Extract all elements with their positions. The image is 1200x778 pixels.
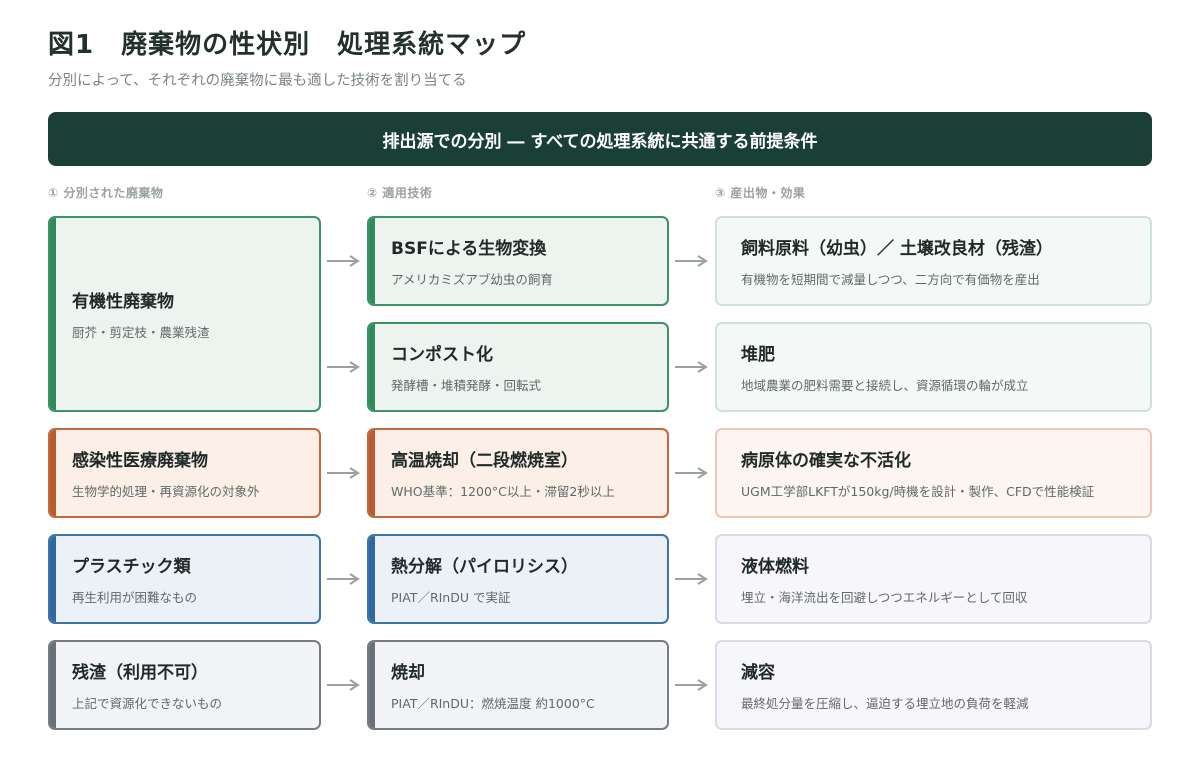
accent-bar	[50, 218, 56, 410]
tech-desc: WHO基準：1200°C以上・滞留2秒以上	[391, 484, 615, 499]
output-desc: UGM工学部LKFTが150kg/時機を設計・製作、CFDで性能検証	[741, 484, 1095, 499]
output-title: 堆肥	[741, 345, 775, 365]
output-box-volume-reduction: 減容 最終処分量を圧縮し、逼迫する埋立地の負荷を軽減	[715, 640, 1152, 730]
waste-box-medical: 感染性医療廃棄物 生物学的処理・再資源化の対象外	[48, 428, 321, 518]
output-title: 病原体の確実な不活化	[741, 451, 911, 471]
output-title: 減容	[741, 663, 775, 683]
arrow-right-icon	[675, 255, 708, 267]
waste-box-organic: 有機性廃棄物 厨芥・剪定枝・農業残渣	[48, 216, 321, 412]
tech-box-pyrolysis: 熱分解（パイロリシス） PIAT／RInDU で実証	[367, 534, 669, 624]
arrow-right-icon	[327, 255, 360, 267]
output-title: 液体燃料	[741, 557, 809, 577]
accent-bar	[50, 536, 56, 622]
arrow-right-icon	[327, 573, 360, 585]
arrow-right-icon	[327, 467, 360, 479]
arrow-right-icon	[675, 467, 708, 479]
page-subtitle: 分別によって、それぞれの廃棄物に最も適した技術を割り当てる	[48, 73, 467, 89]
waste-desc: 厨芥・剪定枝・農業残渣	[72, 325, 210, 340]
accent-bar	[369, 642, 375, 728]
accent-bar	[369, 430, 375, 516]
column-header-output: ③ 産出物・効果	[715, 186, 806, 200]
output-title: 飼料原料（幼虫）／ 土壌改良材（残渣）	[741, 239, 1053, 259]
accent-bar	[369, 324, 375, 410]
output-box-liquid-fuel: 液体燃料 埋立・海洋流出を回避しつつエネルギーとして回収	[715, 534, 1152, 624]
tech-desc: アメリカミズアブ幼虫の飼育	[391, 272, 553, 287]
tech-title: 熱分解（パイロリシス）	[391, 557, 578, 577]
arrow-right-icon	[675, 361, 708, 373]
tech-title: 高温焼却（二段燃焼室）	[391, 451, 578, 471]
waste-desc: 生物学的処理・再資源化の対象外	[72, 484, 260, 499]
tech-box-compost: コンポスト化 発酵槽・堆積発酵・回転式	[367, 322, 669, 412]
tech-box-bsf: BSFによる生物変換 アメリカミズアブ幼虫の飼育	[367, 216, 669, 306]
accent-bar	[369, 536, 375, 622]
output-desc: 埋立・海洋流出を回避しつつエネルギーとして回収	[741, 590, 1028, 605]
accent-bar	[50, 642, 56, 728]
tech-box-incineration-high-temp: 高温焼却（二段燃焼室） WHO基準：1200°C以上・滞留2秒以上	[367, 428, 669, 518]
output-box-pathogen-inactivation: 病原体の確実な不活化 UGM工学部LKFTが150kg/時機を設計・製作、CFD…	[715, 428, 1152, 518]
tech-desc: 発酵槽・堆積発酵・回転式	[391, 378, 542, 393]
tech-title: BSFによる生物変換	[391, 239, 547, 259]
premise-banner: 排出源での分別 ― すべての処理系統に共通する前提条件	[48, 112, 1152, 166]
column-header-waste: ① 分別された廃棄物	[48, 186, 164, 200]
accent-bar	[50, 430, 56, 516]
output-box-compost: 堆肥 地域農業の肥料需要と接続し、資源循環の輪が成立	[715, 322, 1152, 412]
waste-title: 残渣（利用不可）	[72, 663, 208, 683]
tech-desc: PIAT／RInDU：燃焼温度 約1000°C	[391, 696, 595, 711]
output-box-feed-soil: 飼料原料（幼虫）／ 土壌改良材（残渣） 有機物を短期間で減量しつつ、二方向で有価…	[715, 216, 1152, 306]
output-desc: 最終処分量を圧縮し、逼迫する埋立地の負荷を軽減	[741, 696, 1029, 711]
page-title: 図1 廃棄物の性状別 処理系統マップ	[48, 30, 527, 60]
waste-title: 感染性医療廃棄物	[72, 451, 208, 471]
arrow-right-icon	[327, 679, 360, 691]
waste-desc: 上記で資源化できないもの	[72, 696, 223, 711]
waste-title: 有機性廃棄物	[72, 292, 174, 312]
column-header-technology: ② 適用技術	[367, 186, 433, 200]
waste-box-plastic: プラスチック類 再生利用が困難なもの	[48, 534, 321, 624]
output-desc: 有機物を短期間で減量しつつ、二方向で有価物を産出	[741, 272, 1040, 287]
waste-box-residue: 残渣（利用不可） 上記で資源化できないもの	[48, 640, 321, 730]
tech-desc: PIAT／RInDU で実証	[391, 590, 511, 605]
tech-title: コンポスト化	[391, 345, 493, 365]
output-desc: 地域農業の肥料需要と接続し、資源循環の輪が成立	[741, 378, 1029, 393]
accent-bar	[369, 218, 375, 304]
waste-desc: 再生利用が困難なもの	[72, 590, 198, 605]
waste-title: プラスチック類	[72, 557, 191, 577]
arrow-right-icon	[675, 679, 708, 691]
tech-title: 焼却	[391, 663, 425, 683]
arrow-right-icon	[327, 361, 360, 373]
tech-box-incineration: 焼却 PIAT／RInDU：燃焼温度 約1000°C	[367, 640, 669, 730]
arrow-right-icon	[675, 573, 708, 585]
